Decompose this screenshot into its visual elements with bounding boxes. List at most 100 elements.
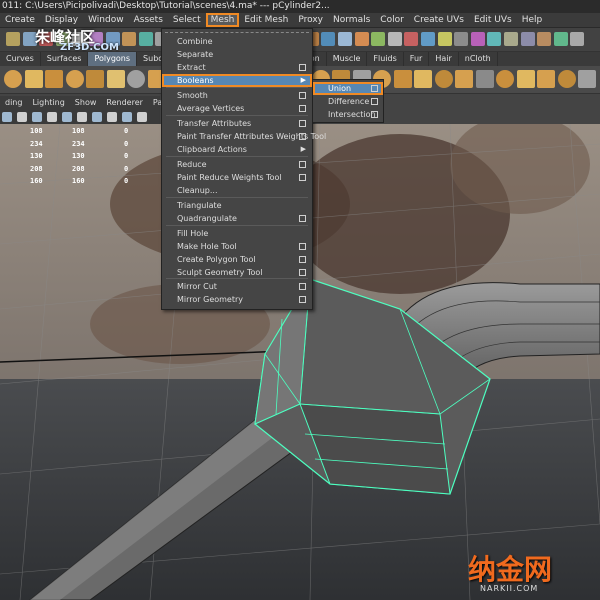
menu-window[interactable]: Window: [83, 13, 129, 27]
cylinder-icon[interactable]: [414, 70, 432, 88]
cube-icon[interactable]: [24, 70, 43, 88]
magnet-icon[interactable]: [122, 32, 137, 46]
save-icon[interactable]: [354, 32, 369, 46]
cube-icon[interactable]: [393, 70, 412, 88]
booleans-union[interactable]: Union: [313, 82, 383, 95]
panel-tool-icon[interactable]: [77, 112, 87, 122]
render-icon[interactable]: [487, 32, 502, 46]
tab-hair[interactable]: Hair: [429, 52, 459, 66]
mesh-menu-transfer-attributes[interactable]: Transfer Attributes: [162, 117, 312, 130]
mesh-menu-extract[interactable]: Extract: [162, 61, 312, 74]
panel-tool-icon[interactable]: [62, 112, 72, 122]
panel-tool-icon[interactable]: [92, 112, 102, 122]
camera-icon[interactable]: [553, 32, 568, 46]
panel-menu-ding[interactable]: ding: [0, 96, 27, 110]
tab-surfaces[interactable]: Surfaces: [41, 52, 89, 66]
render-icon[interactable]: [321, 32, 336, 46]
mesh-menu-mirror-cut[interactable]: Mirror Cut: [162, 280, 312, 293]
mesh-menu-booleans[interactable]: Booleans ▶: [162, 74, 312, 87]
tab-fur[interactable]: Fur: [404, 52, 430, 66]
folder-icon[interactable]: [338, 32, 352, 46]
panel-tool-icon[interactable]: [32, 112, 42, 122]
option-box-icon[interactable]: [299, 105, 306, 112]
tab-curves[interactable]: Curves: [0, 52, 41, 66]
option-box-icon[interactable]: [371, 98, 378, 105]
option-box-icon[interactable]: [371, 111, 378, 118]
panel-tool-icon[interactable]: [137, 112, 147, 122]
mesh-menu-sculpt-geometry-tool[interactable]: Sculpt Geometry Tool: [162, 266, 312, 279]
tab-polygons[interactable]: Polygons: [88, 52, 138, 66]
panel-menu-show[interactable]: Show: [70, 96, 102, 110]
mesh-menu-mirror-geometry[interactable]: Mirror Geometry: [162, 293, 312, 306]
menu-display[interactable]: Display: [40, 13, 83, 27]
option-box-icon[interactable]: [299, 64, 306, 71]
menu-select[interactable]: Select: [168, 13, 206, 27]
mesh-menu-cleanup[interactable]: Cleanup...: [162, 184, 312, 197]
camera-icon[interactable]: [470, 32, 485, 46]
panel-menu-lighting[interactable]: Lighting: [27, 96, 69, 110]
panel-tool-icon[interactable]: [2, 112, 12, 122]
menu-edit-mesh[interactable]: Edit Mesh: [239, 13, 293, 27]
tab-ncloth[interactable]: nCloth: [459, 52, 498, 66]
folder-icon[interactable]: [421, 32, 435, 46]
cone-icon[interactable]: [434, 70, 453, 88]
folder-icon[interactable]: [6, 32, 20, 46]
panel-tool-icon[interactable]: [122, 112, 132, 122]
option-box-icon[interactable]: [299, 243, 306, 250]
render-icon[interactable]: [570, 32, 585, 46]
tab-fluids[interactable]: Fluids: [367, 52, 404, 66]
magnet-icon[interactable]: [454, 32, 469, 46]
mesh-menu-paint-transfer-attributes-weights-tool[interactable]: Paint Transfer Attributes Weights Tool: [162, 130, 326, 143]
mesh-menu-smooth[interactable]: Smooth: [162, 89, 312, 102]
option-box-icon[interactable]: [299, 133, 306, 140]
sphere-icon[interactable]: [127, 70, 145, 88]
mesh-menu-reduce[interactable]: Reduce: [162, 158, 312, 171]
option-box-icon[interactable]: [299, 269, 306, 276]
panel-tool-icon[interactable]: [17, 112, 27, 122]
option-box-icon[interactable]: [299, 256, 306, 263]
menu-color[interactable]: Color: [375, 13, 409, 27]
option-box-icon[interactable]: [299, 283, 306, 290]
camera-icon[interactable]: [387, 32, 402, 46]
camera-icon[interactable]: [138, 32, 153, 46]
option-box-icon[interactable]: [299, 174, 306, 181]
menu-help[interactable]: Help: [517, 13, 548, 27]
menu-mesh[interactable]: Mesh: [205, 13, 240, 27]
cylinder-icon[interactable]: [537, 70, 555, 88]
panel-menu-renderer[interactable]: Renderer: [101, 96, 148, 110]
render-icon[interactable]: [404, 32, 419, 46]
panel-tool-icon[interactable]: [47, 112, 57, 122]
menu-edit-uvs[interactable]: Edit UVs: [469, 13, 517, 27]
plane-icon[interactable]: [455, 70, 473, 88]
magnet-icon[interactable]: [537, 32, 552, 46]
mesh-menu-paint-reduce-weights-tool[interactable]: Paint Reduce Weights Tool: [162, 171, 312, 184]
menu-proxy[interactable]: Proxy: [293, 13, 328, 27]
torus-icon[interactable]: [106, 70, 125, 88]
menu-normals[interactable]: Normals: [328, 13, 375, 27]
booleans-difference[interactable]: Difference: [313, 95, 383, 108]
option-box-icon[interactable]: [299, 296, 306, 303]
mesh-menu-clipboard-actions[interactable]: Clipboard Actions ▶: [162, 143, 312, 156]
menu-assets[interactable]: Assets: [129, 13, 168, 27]
mesh-menu-combine[interactable]: Combine: [162, 35, 312, 48]
cube-icon[interactable]: [516, 70, 535, 88]
mesh-menu-create-polygon-tool[interactable]: Create Polygon Tool: [162, 253, 312, 266]
mesh-menu-make-hole-tool[interactable]: Make Hole Tool: [162, 240, 312, 253]
mesh-menu-fill-hole[interactable]: Fill Hole: [162, 227, 312, 240]
option-box-icon[interactable]: [299, 215, 306, 222]
cone-icon[interactable]: [557, 70, 576, 88]
mesh-menu-quadrangulate[interactable]: Quadrangulate: [162, 212, 312, 225]
menu-create-uvs[interactable]: Create UVs: [409, 13, 469, 27]
sphere-icon[interactable]: [496, 70, 514, 88]
save-icon[interactable]: [437, 32, 452, 46]
panel-tool-icon[interactable]: [107, 112, 117, 122]
option-box-icon[interactable]: [371, 85, 378, 92]
cone-icon[interactable]: [65, 70, 84, 88]
plane-icon[interactable]: [86, 70, 104, 88]
magnet-icon[interactable]: [371, 32, 386, 46]
sphere-icon[interactable]: [4, 70, 22, 88]
mesh-menu-separate[interactable]: Separate: [162, 48, 312, 61]
cylinder-icon[interactable]: [45, 70, 63, 88]
torus-icon[interactable]: [475, 70, 494, 88]
option-box-icon[interactable]: [299, 161, 306, 168]
